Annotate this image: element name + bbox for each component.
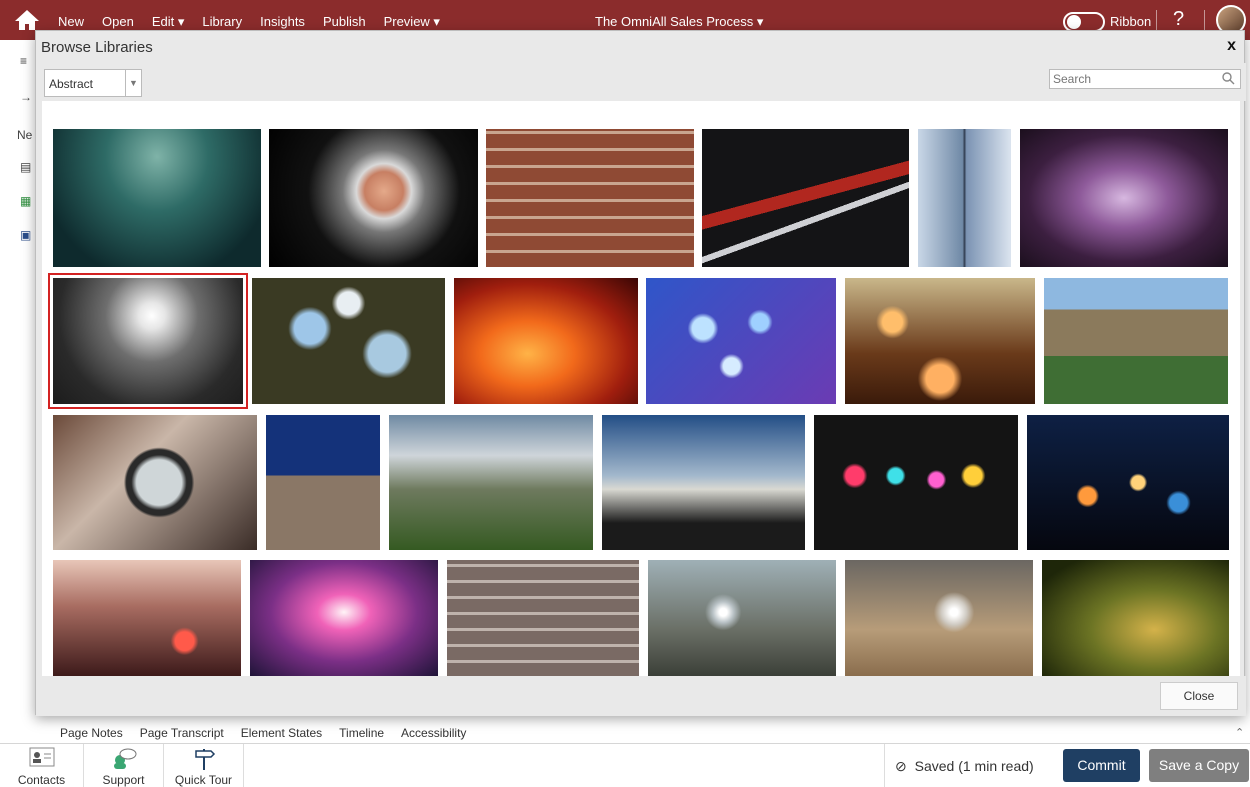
library-image[interactable] — [602, 415, 805, 550]
menu-preview[interactable]: Preview ▾ — [384, 14, 440, 30]
home-icon[interactable] — [14, 9, 40, 31]
quick-tour-label: Quick Tour — [174, 773, 233, 787]
save-status: ⊘ Saved (1 min read) — [884, 744, 1052, 787]
saved-status-text: Saved (1 min read) — [914, 758, 1034, 774]
menu-open[interactable]: Open — [102, 14, 134, 30]
dialog-title: Browse Libraries — [41, 39, 153, 56]
filter-bar: Abstract ▼ — [36, 63, 1246, 101]
library-image[interactable] — [1027, 415, 1229, 550]
page-tabs: Page Notes Page Transcript Element State… — [60, 726, 483, 740]
arrow-icon[interactable]: → — [20, 90, 32, 104]
library-image[interactable] — [269, 129, 478, 267]
library-image[interactable] — [845, 278, 1035, 404]
library-image[interactable] — [48, 273, 248, 409]
library-image[interactable] — [252, 278, 445, 404]
category-value: Abstract — [49, 77, 94, 91]
bottom-toolbar: Contacts Support Quick Tour ⊘ Saved (1 m… — [0, 743, 1250, 787]
menu-publish[interactable]: Publish — [323, 14, 366, 30]
ribbon-toggle[interactable] — [1063, 12, 1105, 32]
library-image[interactable] — [250, 560, 438, 676]
support-label: Support — [102, 773, 145, 787]
divider — [1156, 10, 1157, 32]
tab-page-notes[interactable]: Page Notes — [60, 726, 123, 740]
library-image[interactable] — [814, 415, 1018, 550]
search-template-icon[interactable]: ▣ — [20, 228, 31, 242]
help-icon[interactable]: ? — [1173, 8, 1184, 31]
document-title-dropdown[interactable]: The OmniAll Sales Process ▾ — [595, 14, 763, 30]
library-image[interactable] — [486, 129, 694, 267]
browse-libraries-dialog: Browse Libraries x Abstract ▼ Search Clo… — [35, 30, 1246, 716]
library-image[interactable] — [1042, 560, 1229, 676]
chevron-down-icon[interactable]: ▼ — [125, 70, 141, 96]
library-image[interactable] — [447, 560, 639, 676]
library-image[interactable] — [266, 415, 380, 550]
category-select[interactable]: Abstract ▼ — [44, 69, 142, 97]
library-image[interactable] — [53, 129, 261, 267]
quiz-template-icon[interactable]: ▦ — [20, 194, 31, 208]
library-image[interactable] — [646, 278, 836, 404]
check-circle-icon: ⊘ — [895, 758, 907, 774]
contacts-button[interactable]: Contacts — [0, 744, 84, 787]
collapse-icon[interactable]: ⌃ — [1235, 726, 1244, 739]
menu-new[interactable]: New — [58, 14, 84, 30]
library-image[interactable] — [702, 129, 909, 267]
page-template-icon[interactable]: ▤ — [20, 160, 31, 174]
menu-edit[interactable]: Edit ▾ — [152, 14, 185, 30]
tab-page-transcript[interactable]: Page Transcript — [140, 726, 224, 740]
tab-accessibility[interactable]: Accessibility — [401, 726, 466, 740]
hamburger-icon[interactable]: ≡ — [20, 54, 27, 68]
left-rail: ≡ → Ne ▤ ▦ ▣ — [0, 40, 38, 710]
dialog-close-icon[interactable]: x — [1227, 37, 1236, 55]
rail-label: Ne — [17, 128, 33, 142]
toggle-knob — [1067, 15, 1081, 29]
library-image[interactable] — [53, 415, 257, 550]
tab-element-states[interactable]: Element States — [241, 726, 322, 740]
contacts-label: Contacts — [17, 773, 66, 787]
support-button[interactable]: Support — [84, 744, 164, 787]
image-gallery — [42, 101, 1240, 676]
support-icon — [113, 748, 136, 769]
save-copy-button[interactable]: Save a Copy — [1149, 749, 1249, 782]
close-button[interactable]: Close — [1160, 682, 1238, 710]
search-input[interactable] — [1049, 69, 1241, 89]
menu-insights[interactable]: Insights — [260, 14, 305, 30]
commit-button[interactable]: Commit — [1063, 749, 1140, 782]
library-image[interactable] — [1044, 278, 1228, 404]
quick-tour-button[interactable]: Quick Tour — [164, 744, 244, 787]
search-icon[interactable] — [1222, 72, 1235, 85]
contacts-icon — [29, 747, 54, 767]
library-image[interactable] — [454, 278, 638, 404]
signpost-icon — [194, 749, 215, 770]
library-image[interactable] — [53, 560, 241, 676]
library-image[interactable] — [918, 129, 1011, 267]
ribbon-label: Ribbon — [1110, 14, 1152, 29]
dialog-footer: Close — [36, 676, 1246, 716]
library-image[interactable] — [389, 415, 593, 550]
library-image[interactable] — [1020, 129, 1228, 267]
menu-library[interactable]: Library — [202, 14, 242, 30]
main-menu: New Open Edit ▾ Library Insights Publish… — [58, 14, 458, 30]
tab-timeline[interactable]: Timeline — [339, 726, 384, 740]
library-image[interactable] — [845, 560, 1033, 676]
library-image[interactable] — [648, 560, 836, 676]
divider — [1204, 10, 1205, 32]
